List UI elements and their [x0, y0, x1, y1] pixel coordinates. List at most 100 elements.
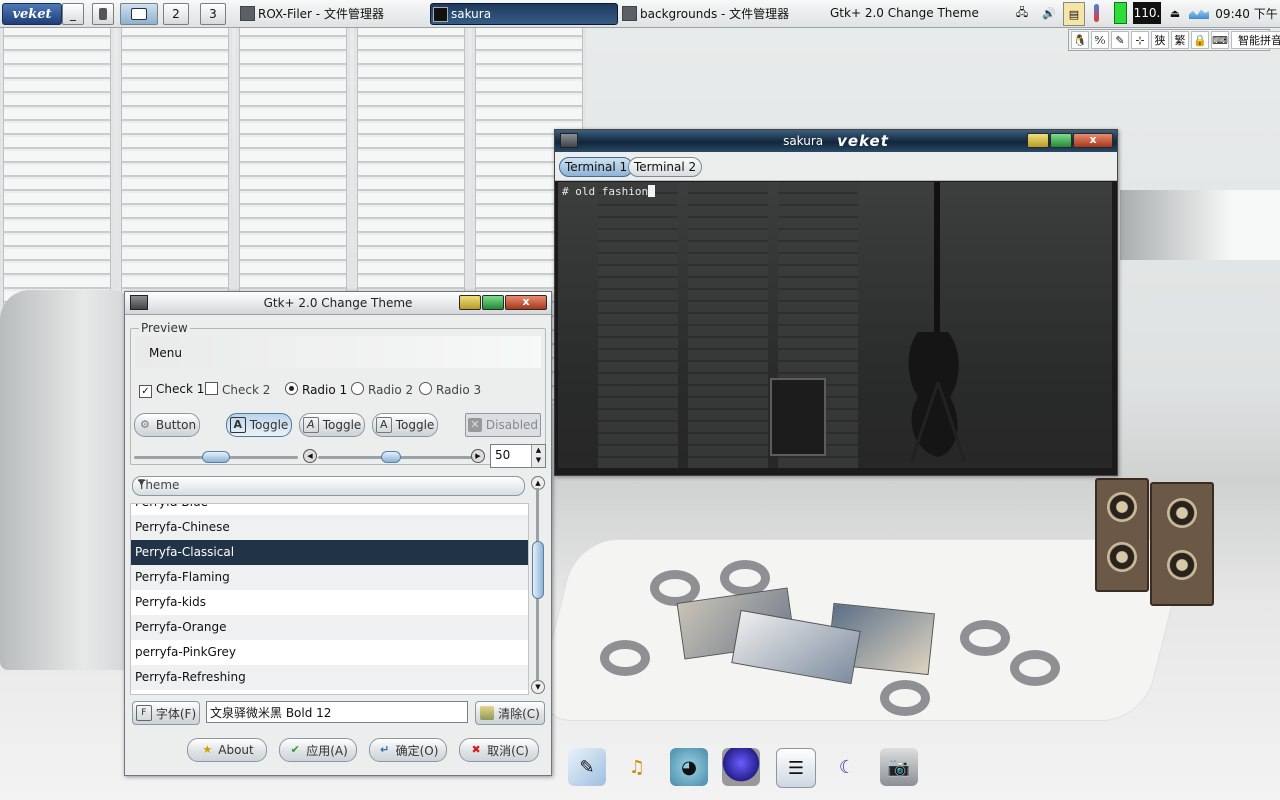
control-panel-icon[interactable]: ☰ [776, 748, 816, 788]
hscrollbar-thumb[interactable] [381, 451, 401, 463]
spin-arrows[interactable]: ▲ ▼ [531, 445, 545, 467]
check2[interactable]: Check 2 [205, 382, 270, 397]
radio3[interactable]: Radio 3 [419, 382, 481, 397]
preview-button-label: Button [155, 418, 197, 432]
taskbar-window-backgrounds[interactable]: backgrounds - 文件管理器 [620, 3, 840, 23]
radio-selected[interactable] [285, 382, 298, 395]
radio-unselected[interactable] [351, 382, 364, 395]
simplified-toggle[interactable]: 狭 [1151, 31, 1169, 49]
clear-button[interactable]: 清除(C) [475, 701, 545, 725]
check2-label: Check 2 [222, 383, 271, 397]
workspace-button-2[interactable]: 2 [163, 3, 189, 25]
radio1[interactable]: Radio 1 [285, 382, 347, 397]
camera-icon[interactable]: 📷 [880, 748, 918, 786]
theme-row[interactable]: Perryfa-kids [131, 590, 528, 615]
minimize-button[interactable] [459, 295, 481, 310]
radio2-label: Radio 2 [368, 383, 414, 397]
wallpaper-shutter [598, 182, 678, 468]
maximize-button[interactable] [482, 295, 504, 310]
checkbox-checked[interactable]: ✓ [139, 385, 152, 398]
wallpaper-amplifier [770, 378, 826, 456]
radio2[interactable]: Radio 2 [351, 382, 413, 397]
fullwidth-icon[interactable]: ⁹⁄₀ [1091, 31, 1109, 49]
preview-button[interactable]: ⚙ Button [134, 413, 200, 437]
connect-icon[interactable]: ☾ [828, 748, 866, 786]
network-icon[interactable]: 🖧 [1010, 2, 1034, 24]
theme-list[interactable]: Perryfa-Blue Perryfa-Chinese Perryfa-Cla… [130, 503, 529, 695]
text-editor-icon[interactable]: ✎ [568, 748, 606, 786]
broom-icon [480, 706, 495, 720]
network-graph-icon [1188, 2, 1210, 24]
checkbox-unchecked[interactable] [205, 382, 218, 395]
taskbar-window-label: backgrounds - 文件管理器 [640, 6, 790, 21]
about-button[interactable]: ★ About [187, 738, 267, 762]
tab-terminal-1[interactable]: Terminal 1 [559, 157, 634, 177]
scroll-down-arrow[interactable]: ▼ [531, 680, 545, 694]
scrollbar-thumb[interactable] [532, 541, 544, 599]
taskbar-window-rox-filer[interactable]: ROX-Filer - 文件管理器 [238, 3, 443, 23]
theme-row[interactable]: Perryfa-Blue [131, 504, 528, 515]
toggle-button[interactable]: A Toggle [299, 413, 365, 437]
taskbar-window-sakura[interactable]: sakura [430, 3, 618, 25]
minimize-button[interactable] [1027, 133, 1049, 148]
font-entry[interactable]: 文泉驿微米黑 Bold 12 [206, 701, 468, 723]
window-menu-icon[interactable] [130, 295, 148, 310]
close-button[interactable]: x [505, 295, 547, 310]
start-menu-button[interactable]: veket [2, 3, 62, 25]
theme-row[interactable]: Perryfa-Chinese [131, 515, 528, 540]
font-button[interactable]: F 字体(F) [132, 701, 200, 725]
toggle-button-active[interactable]: A Toggle [226, 413, 292, 437]
radio-unselected[interactable] [419, 382, 432, 395]
tux-icon[interactable]: 🐧 [1071, 31, 1089, 49]
punctuation-icon[interactable]: ⊹ [1131, 31, 1149, 49]
taskbar-window-change-theme[interactable]: Gtk+ 2.0 Change Theme [830, 3, 1010, 23]
wallpaper-rug-ring [600, 640, 650, 676]
traditional-toggle[interactable]: 繁 [1171, 31, 1189, 49]
show-desktop-button[interactable] [92, 3, 114, 25]
font-a-icon: A [375, 417, 392, 433]
preview-menu-item[interactable]: Menu [149, 346, 182, 360]
taskbar-window-label: Gtk+ 2.0 Change Theme [830, 6, 979, 20]
workspace-button-active[interactable] [120, 3, 158, 25]
maximize-button[interactable] [1050, 133, 1072, 148]
theme-row[interactable]: perryfa-PinkGrey [131, 640, 528, 665]
clipboard-icon[interactable]: ▤ [1063, 2, 1085, 26]
about-button-label: About [218, 743, 254, 757]
tab-terminal-2[interactable]: Terminal 2 [628, 157, 703, 177]
theme-list-scrollbar[interactable]: ▲ ▼ [530, 476, 545, 694]
workspace-button-1[interactable]: _ [62, 3, 84, 25]
close-button[interactable]: x [1073, 133, 1113, 148]
lock-icon[interactable]: 🔒 [1191, 31, 1209, 49]
disc-drive-icon[interactable] [722, 748, 760, 786]
pen-icon[interactable]: ✎ [1111, 31, 1129, 49]
gramophone-icon[interactable]: ♫ [618, 748, 656, 786]
toggle-label: Toggle [322, 418, 362, 432]
scroll-left-arrow[interactable]: ◀ [303, 449, 317, 463]
toggle-button[interactable]: A Toggle [372, 413, 438, 437]
hscale-thumb[interactable] [201, 451, 230, 463]
font-icon: F [135, 705, 152, 721]
check1[interactable]: ✓ Check 1 [139, 382, 204, 398]
scroll-right-arrow[interactable]: ▶ [471, 449, 485, 463]
wallpaper-guitar [908, 182, 967, 462]
check1-label: Check 1 [156, 382, 205, 396]
battery-icon [1112, 2, 1128, 24]
disabled-button: ✕ Disabled [465, 413, 541, 437]
theme-row[interactable]: Perryfa-Refreshing [131, 665, 528, 690]
keyboard-icon[interactable]: ⌨ [1211, 31, 1229, 49]
spin-button[interactable]: 50 ▲ ▼ [490, 444, 546, 468]
theme-row[interactable]: Perryfa-Flaming [131, 565, 528, 590]
eject-icon[interactable]: ⏏ [1165, 2, 1185, 24]
input-method-label[interactable]: 智能拼音 [1231, 31, 1280, 49]
theme-row-selected[interactable]: Perryfa-Classical [131, 540, 528, 565]
change-theme-titlebar[interactable]: Gtk+ 2.0 Change Theme x [125, 292, 551, 315]
gimp-icon[interactable]: ◕ [670, 748, 708, 786]
theme-row[interactable]: Perryfa-Orange [131, 615, 528, 640]
theme-combo[interactable]: Theme ▼ [132, 476, 525, 496]
workspace-button-3[interactable]: 3 [200, 3, 226, 25]
window-menu-icon[interactable] [560, 133, 578, 148]
sakura-titlebar[interactable]: sakura veket x [555, 130, 1117, 152]
terminal-area[interactable]: # old fashion [558, 182, 1112, 468]
clock[interactable]: 09:40 下午 [1215, 2, 1278, 24]
volume-icon[interactable]: 🔊 [1037, 2, 1061, 24]
